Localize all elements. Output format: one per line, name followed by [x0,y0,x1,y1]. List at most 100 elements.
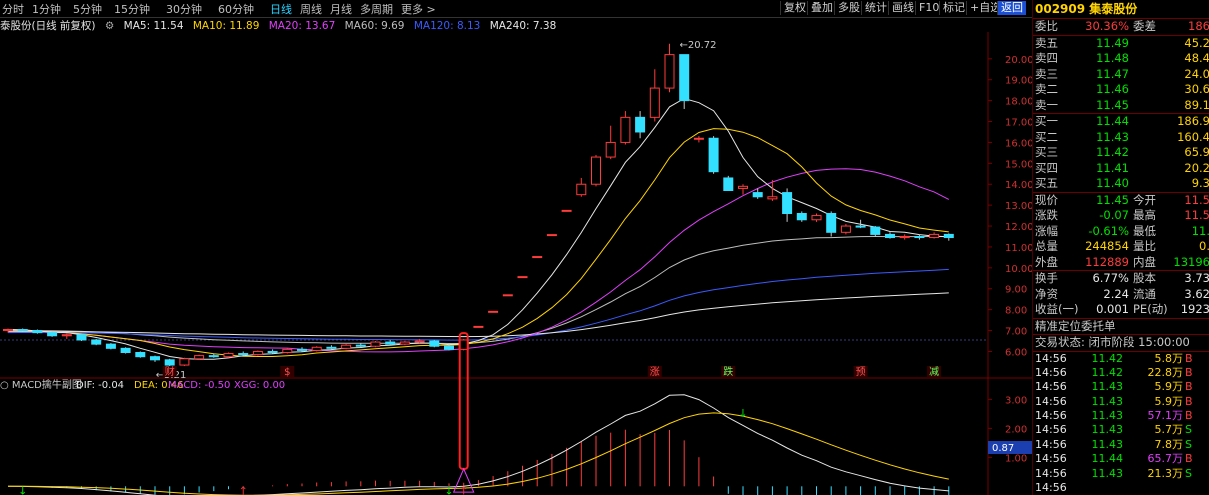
tick-row: 14:56 11.43 5.9万 B [1033,380,1209,394]
stock-name: 集泰股份 [1089,2,1138,16]
tab-timeframe-10[interactable]: 更多 > [401,1,436,17]
bid-price: 11.40 [1096,176,1129,190]
tab-timeframe-1[interactable]: 1分钟 [32,1,61,17]
y-tick-label: 13.00 [1005,201,1032,212]
settings-icon[interactable]: ⚙ [105,20,114,32]
tick-row: 14:56 11.42 5.8万 B [1033,352,1209,366]
ask-price: 11.47 [1096,66,1129,81]
ask-price: 11.49 [1096,35,1129,50]
candle-body [561,209,572,212]
tick-volume: 65.7万 [1147,452,1184,466]
candle-body [282,348,293,354]
tab-timeframe-0[interactable]: 分时 [2,1,24,17]
toolbar-button-2[interactable]: 多股 [834,1,863,15]
tab-timeframe-4[interactable]: 30分钟 [166,1,202,17]
ask-volume: 48.4 [1184,51,1209,65]
candle-body [605,141,616,158]
tick-row: 14:56 11.43 5.9万 B [1033,395,1209,409]
stat-value: 6.77% [1092,271,1129,285]
y-tick-label: 7.00 [1005,327,1027,338]
toolbar-button-4[interactable]: 画线 [888,1,917,15]
weicha-value: 186 [1188,19,1209,33]
signal-arrow: ↑ [239,484,248,495]
macd-current-value: 0.87 [992,443,1014,454]
ask-label: 卖三 [1035,66,1058,81]
bid-price: 11.41 [1096,160,1129,175]
macd-dif: DIF: -0.04 [76,380,124,391]
tick-row: 14:56 11.43 57.1万 B [1033,409,1209,423]
ma5-line [7,97,949,360]
ma60-value: MA60: 9.69 [344,20,405,32]
ma10-value: MA10: 11.89 [192,20,260,32]
tick-side: S [1185,437,1192,451]
stat-row: 现价 11.45 今开 11.5 [1033,193,1209,209]
ma240-value: MA240: 7.38 [489,20,557,32]
tab-timeframe-9[interactable]: 多周期 [360,1,393,17]
y-tick-label: 9.00 [1005,285,1027,296]
breakout-signal-bar [458,332,469,470]
toolbar-button-1[interactable]: 叠加 [807,1,836,15]
tick-price: 11.43 [1091,409,1124,423]
ask-volume: 30.6 [1184,82,1209,96]
order-section-title[interactable]: 精准定位委托单 [1033,319,1209,335]
toolbar-button-3[interactable]: 统计 [861,1,890,15]
tick-volume: 21.3万 [1147,466,1184,480]
stat-label: 收益(一) [1035,302,1079,316]
candle-body [546,234,557,237]
candle-body [473,325,484,328]
candle-body [693,137,704,140]
stat-label-2: 最低 [1133,223,1156,238]
stat-value-2: 13196 [1173,254,1209,269]
tab-timeframe-6[interactable]: 日线 [270,1,292,17]
tick-price: 11.42 [1091,365,1124,379]
stat2-row: 换手 6.77% 股本 3.73 [1033,271,1209,287]
tick-side: B [1185,351,1193,365]
candle-body [708,137,719,173]
candle-body [194,355,205,360]
quote-header: 002909 集泰股份 [1033,0,1209,19]
stat-label-2: 量比 [1133,239,1156,253]
tick-row: 14:56 11.43 7.8万 S [1033,438,1209,452]
ask-label: 卖一 [1035,97,1058,112]
macd-y-tick-label: 2.00 [1005,424,1027,435]
candle-body [664,54,675,89]
y-tick-label: 16.00 [1005,138,1032,149]
candle-body [238,353,249,356]
tab-timeframe-7[interactable]: 周线 [300,1,322,17]
toolbar-button-6[interactable]: 标记 [939,1,968,15]
tick-row: 14:56 11.44 65.7万 B [1033,452,1209,466]
tick-row: 14:56 11.43 21.3万 S [1033,467,1209,481]
tick-volume: 5.7万 [1154,423,1184,437]
y-tick-label: 14.00 [1005,180,1032,191]
tab-timeframe-3[interactable]: 15分钟 [114,1,150,17]
bid-levels: 买一 11.44 186.9 买二 11.43 160.4 买三 11.42 65.9 买四 11.… [1033,114,1209,192]
ask-volume: 24.0 [1184,66,1209,81]
candle-body [502,294,513,297]
stat-label-2: 内盘 [1133,254,1156,269]
candle-body [767,196,778,200]
bid-row: 买三 11.42 65.9 [1033,145,1209,161]
tick-side: S [1185,423,1192,437]
kline-chart[interactable]: 20.00 19.00 18.00 17.00 16.00 15.00 14.00 13.00… [0,32,1032,495]
candle-body [649,87,660,118]
tick-time: 14:56 [1035,437,1067,451]
candle-body [179,358,190,366]
tab-timeframe-2[interactable]: 5分钟 [73,1,102,17]
toolbar-button-0[interactable]: 复权 [780,1,809,15]
ask-row: 卖五 11.49 45.2 [1033,36,1209,52]
tab-timeframe-5[interactable]: 60分钟 [218,1,254,17]
tab-timeframe-8[interactable]: 月线 [330,1,352,17]
tick-time: 14:56 [1035,409,1067,423]
ask-row: 卖二 11.46 30.6 [1033,82,1209,98]
candle-body [414,340,425,343]
bid-label: 买五 [1035,176,1058,190]
stat-value-2: 3.62 [1184,286,1209,301]
toolbar-button-8[interactable]: 返回 [997,1,1026,15]
tick-time: 14:56 [1035,351,1067,365]
stock-code: 002909 [1035,2,1086,16]
stat-label: 净资 [1035,286,1058,301]
stat-value: -0.07 [1099,208,1129,222]
candle-body [855,225,866,228]
candle-body [914,235,925,239]
ask-row: 卖一 11.45 89.1 [1033,98,1209,114]
